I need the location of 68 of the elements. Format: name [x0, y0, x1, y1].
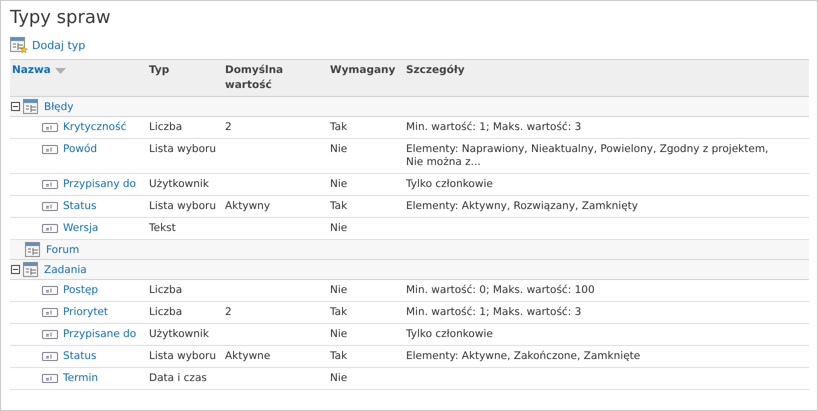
table-cell: Nie [330, 372, 348, 384]
column-header[interactable]: Szczegóły [404, 60, 809, 96]
table-cell: Tylko członkowie [406, 178, 493, 190]
table-cell: Nie [330, 222, 348, 234]
field-link[interactable]: Termin [63, 372, 98, 385]
column-header[interactable]: Typ [147, 60, 223, 96]
table-cell: Elementy: Naprawiony, Nieaktualny, Powielony, Zgodny z projektem, Nie można z... [406, 143, 768, 168]
table-cell: Nie [330, 178, 348, 190]
table-cell: Min. wartość: 1; Maks. wartość: 3 [406, 121, 582, 133]
table-cell: 2 [225, 121, 232, 133]
table-cell: Elementy: Aktywne, Zakończone, Zamknięte [406, 350, 640, 362]
column-header[interactable]: Nazwa [10, 60, 147, 96]
field-icon [42, 374, 58, 383]
field-icon [42, 308, 58, 317]
table-cell: Liczba [149, 121, 182, 133]
table-cell: Nie [330, 143, 348, 155]
table-cell: Min. wartość: 1; Maks. wartość: 3 [406, 306, 582, 318]
column-header[interactable]: Wymagany [328, 60, 404, 96]
table-cell: Nie [330, 328, 348, 340]
sort-icon [54, 68, 66, 74]
add-type-link[interactable]: Dodaj typ [10, 37, 86, 53]
field-link[interactable]: Status [63, 200, 96, 213]
field-icon [42, 202, 58, 211]
field-icon [42, 123, 58, 132]
table-cell: Min. wartość: 0; Maks. wartość: 100 [406, 284, 595, 296]
field-link[interactable]: Powód [63, 143, 98, 156]
table-cell: Elementy: Aktywny, Rozwiązany, Zamknięty [406, 200, 638, 212]
table-cell: Lista wyboru [149, 200, 216, 212]
column-header[interactable]: Domyślna wartość [223, 60, 328, 96]
add-table-icon [10, 37, 28, 53]
table-cell: Tylko członkowie [406, 328, 493, 340]
collapse-toggle[interactable] [11, 265, 20, 274]
collapse-toggle[interactable] [11, 102, 20, 111]
page-title: Typy spraw [10, 7, 111, 28]
minus-icon [12, 266, 19, 273]
field-icon [42, 286, 58, 295]
group-link[interactable]: Błędy [44, 100, 74, 112]
field-link[interactable]: Status [63, 350, 96, 363]
field-icon [42, 224, 58, 233]
table-cell: Tak [330, 350, 348, 362]
table-cell: Tekst [149, 222, 176, 234]
table-cell: Użytkownik [149, 328, 209, 340]
table-cell: Tak [330, 121, 348, 133]
minus-icon [12, 103, 19, 110]
table-cell: Data i czas [149, 372, 207, 384]
table-cell: 2 [225, 306, 232, 318]
field-link[interactable]: Przypisane do [63, 328, 136, 341]
table-cell: Liczba [149, 284, 182, 296]
field-link[interactable]: Przypisany do [63, 178, 136, 191]
field-link[interactable]: Postęp [63, 284, 98, 297]
table-cell: Lista wyboru [149, 143, 216, 155]
field-link[interactable]: Krytyczność [63, 121, 126, 134]
group-link[interactable]: Forum [46, 244, 80, 256]
field-icon [42, 180, 58, 189]
field-link[interactable]: Wersja [63, 222, 98, 235]
table-cell: Liczba [149, 306, 182, 318]
table-cell: Aktywny [225, 200, 270, 212]
field-link[interactable]: Priorytet [63, 306, 108, 319]
table-cell: Lista wyboru [149, 350, 216, 362]
table-cell: Tak [330, 200, 348, 212]
group-link[interactable]: Zadania [44, 264, 87, 276]
table-cell: Nie [330, 284, 348, 296]
field-icon [42, 330, 58, 339]
table-cell: Aktywne [225, 350, 270, 362]
field-icon [42, 352, 58, 361]
table-cell: Użytkownik [149, 178, 209, 190]
table-cell: Tak [330, 306, 348, 318]
field-icon [42, 145, 58, 154]
